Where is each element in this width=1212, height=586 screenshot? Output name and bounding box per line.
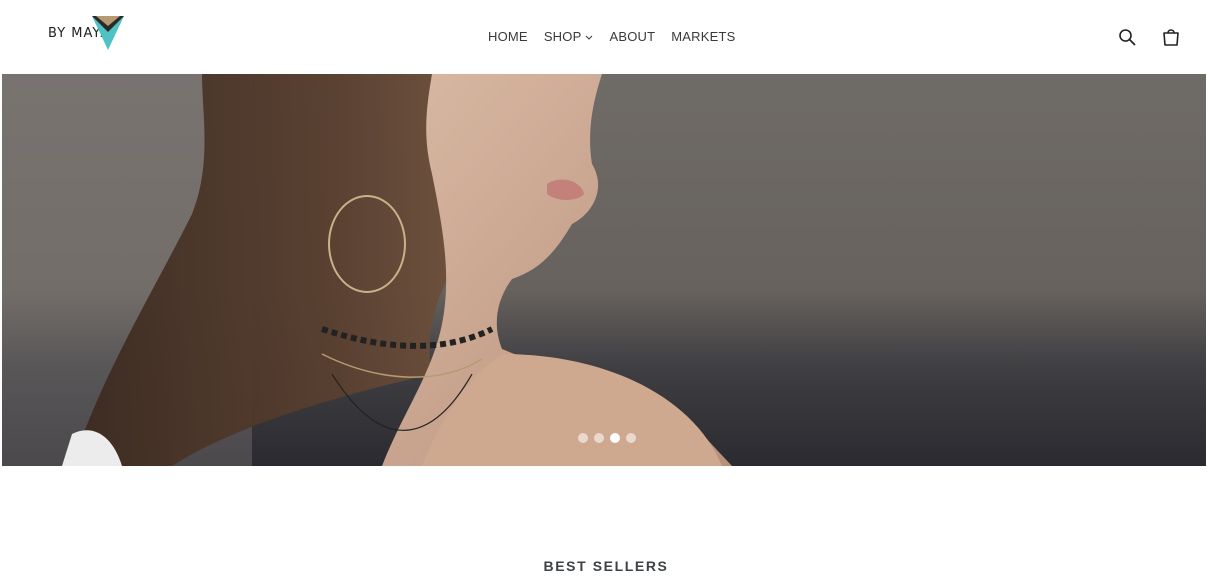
nav-shop[interactable]: SHOP — [544, 29, 594, 44]
chevron-down-icon — [585, 33, 593, 43]
main-nav: HOME SHOP ABOUT MARKETS — [488, 29, 752, 44]
search-button[interactable] — [1116, 26, 1138, 48]
logo-triangle-icon — [92, 16, 124, 50]
search-icon — [1119, 29, 1136, 46]
nav-about-label: ABOUT — [609, 29, 656, 44]
best-sellers-heading: BEST SELLERS — [543, 558, 669, 574]
hero-image — [2, 74, 1206, 466]
nav-home-label: HOME — [488, 29, 528, 44]
site-header: BY MAYA HOME SHOP ABOUT MARKETS — [0, 0, 1212, 74]
slideshow-dots — [578, 433, 636, 443]
nav-markets[interactable]: MARKETS — [671, 29, 735, 44]
cart-icon — [1163, 29, 1179, 46]
slide-dot-2[interactable] — [594, 433, 604, 443]
brand-logo[interactable]: BY MAYA — [46, 14, 136, 54]
nav-markets-label: MARKETS — [671, 29, 736, 44]
hero-slideshow[interactable] — [2, 74, 1206, 466]
nav-home[interactable]: HOME — [488, 29, 528, 44]
nav-shop-label: SHOP — [543, 29, 582, 44]
slide-dot-4[interactable] — [626, 433, 636, 443]
slide-dot-3-active[interactable] — [610, 433, 620, 443]
cart-button[interactable] — [1160, 26, 1182, 48]
nav-about[interactable]: ABOUT — [609, 29, 655, 44]
header-actions — [1116, 26, 1182, 48]
slide-dot-1[interactable] — [578, 433, 588, 443]
